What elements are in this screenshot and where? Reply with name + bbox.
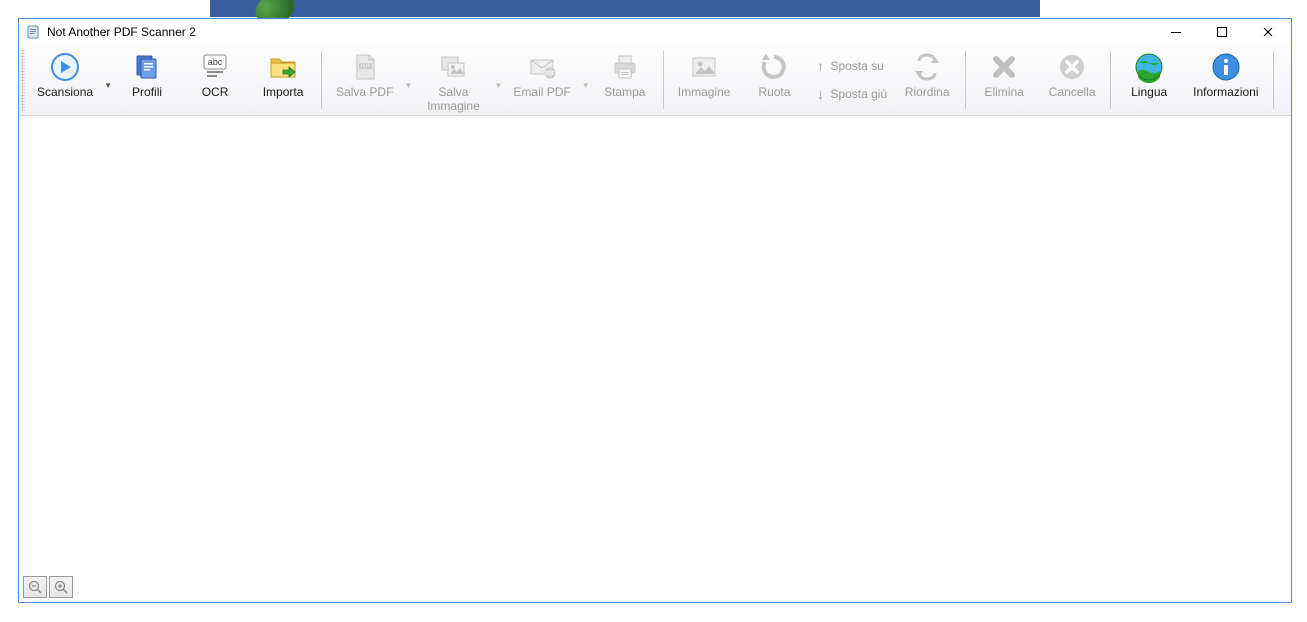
toolbar-separator bbox=[965, 51, 966, 109]
clear-label: Cancella bbox=[1049, 85, 1096, 99]
window-title: Not Another PDF Scanner 2 bbox=[47, 25, 1153, 39]
profiles-button[interactable]: Profili bbox=[113, 45, 181, 115]
delete-label: Elimina bbox=[984, 85, 1023, 99]
delete-button[interactable]: Elimina bbox=[970, 45, 1038, 115]
maximize-button[interactable] bbox=[1199, 19, 1245, 45]
email-pdf-button[interactable]: PDF Email PDF bbox=[503, 45, 580, 115]
save-image-dropdown[interactable]: ▼ bbox=[493, 45, 503, 115]
svg-text:PDF: PDF bbox=[545, 71, 555, 77]
minimize-button[interactable] bbox=[1153, 19, 1199, 45]
images-icon bbox=[437, 51, 469, 83]
app-window: Not Another PDF Scanner 2 bbox=[18, 18, 1292, 603]
zoom-out-icon bbox=[28, 580, 42, 594]
arrow-up-icon: ↑ bbox=[814, 58, 826, 74]
toolbar: Scansiona ▼ Profili bbox=[19, 45, 1291, 116]
import-button[interactable]: Importa bbox=[249, 45, 317, 115]
info-icon bbox=[1210, 51, 1242, 83]
toolbar-group-scan: Scansiona ▼ Profili bbox=[27, 45, 317, 115]
email-pdf-label: Email PDF bbox=[513, 85, 570, 99]
window-controls bbox=[1153, 19, 1291, 45]
profiles-icon bbox=[131, 51, 163, 83]
app-icon bbox=[25, 24, 41, 40]
image-label: Immagine bbox=[678, 85, 731, 99]
move-up-label: Sposta su bbox=[830, 59, 883, 73]
ocr-icon: abc bbox=[199, 51, 231, 83]
move-down-button[interactable]: ↓ Sposta giù bbox=[814, 80, 887, 108]
delete-x-icon bbox=[988, 51, 1020, 83]
image-button[interactable]: Immagine bbox=[668, 45, 741, 115]
language-button[interactable]: Lingua bbox=[1115, 45, 1183, 115]
ocr-button[interactable]: abc OCR bbox=[181, 45, 249, 115]
printer-icon bbox=[609, 51, 641, 83]
rotate-label: Ruota bbox=[758, 85, 790, 99]
language-label: Lingua bbox=[1131, 85, 1167, 99]
content-area bbox=[19, 116, 1291, 574]
desktop-background-strip bbox=[210, 0, 1040, 17]
svg-text:abc: abc bbox=[208, 57, 223, 67]
rotate-button[interactable]: Ruota bbox=[740, 45, 808, 115]
zoom-in-button[interactable] bbox=[49, 576, 73, 598]
toolbar-group-info: Lingua Informazioni bbox=[1115, 45, 1268, 115]
toolbar-grip bbox=[21, 49, 25, 111]
reorder-button[interactable]: Riordina bbox=[893, 45, 961, 115]
play-circle-icon bbox=[49, 51, 81, 83]
save-image-label: Salva Immagine bbox=[423, 85, 483, 113]
move-down-label: Sposta giù bbox=[830, 87, 887, 101]
titlebar: Not Another PDF Scanner 2 bbox=[19, 19, 1291, 45]
about-label: Informazioni bbox=[1193, 85, 1258, 99]
zoom-out-button[interactable] bbox=[23, 576, 47, 598]
toolbar-group-delete: Elimina Cancella bbox=[970, 45, 1106, 115]
move-up-button[interactable]: ↑ Sposta su bbox=[814, 52, 887, 80]
save-pdf-button[interactable]: PDF Salva PDF bbox=[326, 45, 403, 115]
toolbar-group-image: Immagine Ruota ↑ Sposta su ↓ bbox=[668, 45, 961, 115]
about-button[interactable]: Informazioni bbox=[1183, 45, 1268, 115]
email-pdf-dropdown[interactable]: ▼ bbox=[581, 45, 591, 115]
reorder-label: Riordina bbox=[905, 85, 950, 99]
folder-import-icon bbox=[267, 51, 299, 83]
scan-dropdown[interactable]: ▼ bbox=[103, 45, 113, 115]
globe-icon bbox=[1133, 51, 1165, 83]
print-label: Stampa bbox=[604, 85, 645, 99]
profiles-label: Profili bbox=[132, 85, 162, 99]
picture-icon bbox=[688, 51, 720, 83]
reorder-icon bbox=[911, 51, 943, 83]
statusbar bbox=[19, 574, 1291, 602]
rotate-icon bbox=[758, 51, 790, 83]
save-pdf-dropdown[interactable]: ▼ bbox=[403, 45, 413, 115]
close-button[interactable] bbox=[1245, 19, 1291, 45]
import-label: Importa bbox=[263, 85, 304, 99]
scan-label: Scansiona bbox=[37, 85, 93, 99]
clear-button[interactable]: Cancella bbox=[1038, 45, 1106, 115]
toolbar-group-save: PDF Salva PDF ▼ Salva Immagine ▼ bbox=[326, 45, 659, 115]
print-button[interactable]: Stampa bbox=[591, 45, 659, 115]
move-column: ↑ Sposta su ↓ Sposta giù bbox=[808, 45, 893, 115]
svg-text:PDF: PDF bbox=[360, 64, 370, 70]
toolbar-separator bbox=[321, 51, 322, 109]
toolbar-separator bbox=[1273, 51, 1274, 109]
ocr-label: OCR bbox=[202, 85, 229, 99]
toolbar-separator bbox=[1110, 51, 1111, 109]
save-image-button[interactable]: Salva Immagine bbox=[413, 45, 493, 115]
zoom-in-icon bbox=[54, 580, 68, 594]
email-icon: PDF bbox=[526, 51, 558, 83]
arrow-down-icon: ↓ bbox=[814, 86, 826, 102]
pdf-file-icon: PDF bbox=[349, 51, 381, 83]
toolbar-separator bbox=[663, 51, 664, 109]
scan-button[interactable]: Scansiona bbox=[27, 45, 103, 115]
clear-circle-x-icon bbox=[1056, 51, 1088, 83]
save-pdf-label: Salva PDF bbox=[336, 85, 393, 99]
